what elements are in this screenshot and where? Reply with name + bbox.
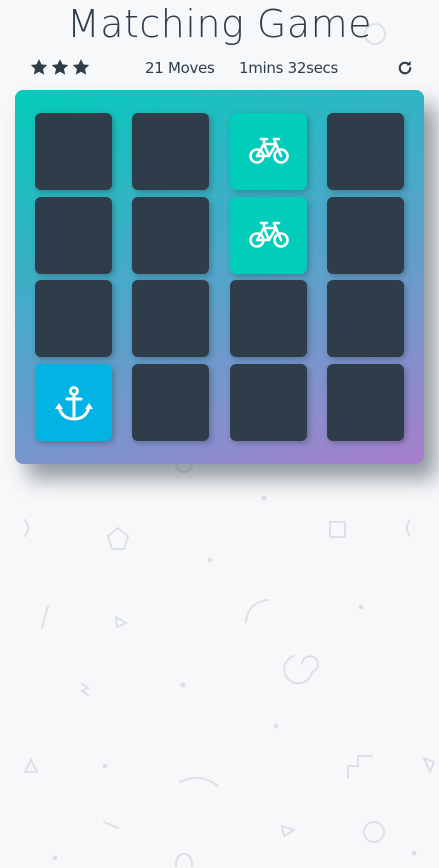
- card[interactable]: [230, 197, 307, 274]
- star-rating: [30, 58, 90, 76]
- page-title: Matching Game: [66, 2, 373, 46]
- card[interactable]: [132, 113, 209, 190]
- star-icon: [30, 59, 48, 75]
- card[interactable]: [35, 113, 112, 190]
- star-icon: [51, 59, 69, 75]
- card-deck: [15, 90, 424, 464]
- card[interactable]: [230, 113, 307, 190]
- card[interactable]: [327, 280, 404, 357]
- card[interactable]: [35, 280, 112, 357]
- card[interactable]: [132, 280, 209, 357]
- card[interactable]: [230, 280, 307, 357]
- card[interactable]: [132, 197, 209, 274]
- card[interactable]: [327, 197, 404, 274]
- score-panel: 21 Moves 1mins 32secs: [30, 58, 418, 80]
- card[interactable]: [327, 364, 404, 441]
- bicycle-icon: [248, 221, 289, 248]
- restart-icon[interactable]: [396, 59, 414, 77]
- card[interactable]: [35, 197, 112, 274]
- anchor-icon: [53, 385, 94, 420]
- timer: 1mins 32secs: [239, 59, 339, 77]
- card[interactable]: [327, 113, 404, 190]
- moves-counter: 21 Moves: [145, 59, 215, 77]
- card[interactable]: [35, 364, 112, 441]
- card[interactable]: [230, 364, 307, 441]
- bicycle-icon: [248, 137, 289, 164]
- card[interactable]: [132, 364, 209, 441]
- star-icon: [72, 59, 90, 75]
